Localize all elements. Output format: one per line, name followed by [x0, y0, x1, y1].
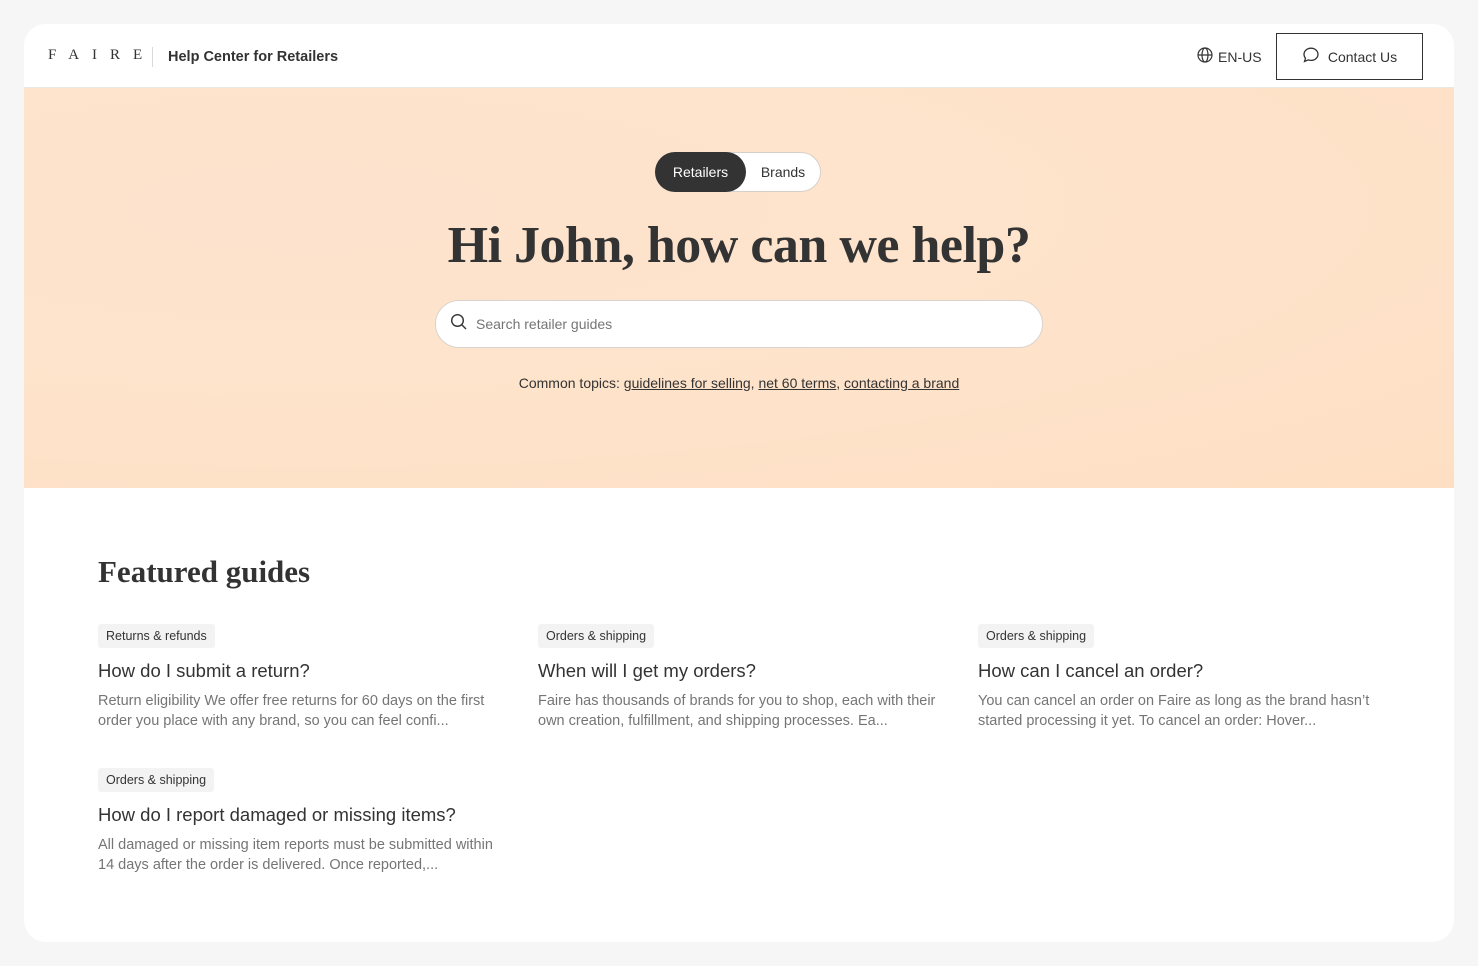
header-divider — [152, 47, 153, 67]
topic-link-guidelines[interactable]: guidelines for selling — [624, 375, 751, 391]
search-icon — [450, 313, 468, 336]
guide-excerpt: Return eligibility We offer free returns… — [98, 693, 485, 729]
globe-icon — [1197, 47, 1213, 66]
guide-title-link[interactable]: How do I report damaged or missing items… — [98, 804, 508, 826]
guide-category-tag[interactable]: Orders & shipping — [538, 624, 655, 648]
common-topics: Common topics: guidelines for selling, n… — [24, 375, 1454, 391]
chat-bubble-icon — [1302, 46, 1320, 67]
audience-toggle: Retailers Brands — [655, 152, 821, 192]
app-window: FAIRE Help Center for Retailers EN-US Co… — [24, 24, 1454, 942]
guide-category-tag[interactable]: Returns & refunds — [98, 624, 215, 648]
guide-card[interactable]: Orders & shipping How can I cancel an or… — [978, 624, 1388, 731]
guide-excerpt: All damaged or missing item reports must… — [98, 837, 493, 873]
guide-title-link[interactable]: How can I cancel an order? — [978, 660, 1388, 682]
help-center-title[interactable]: Help Center for Retailers — [168, 49, 338, 65]
faire-logo[interactable]: FAIRE — [48, 47, 155, 64]
topic-link-net60[interactable]: net 60 terms — [758, 375, 836, 391]
topics-separator: , — [836, 375, 845, 391]
guide-title-link[interactable]: How do I submit a return? — [98, 660, 508, 682]
search-bar[interactable] — [435, 300, 1043, 348]
guide-excerpt: Faire has thousands of brands for you to… — [538, 693, 936, 729]
search-input[interactable] — [476, 316, 1016, 332]
hero-section: Retailers Brands Hi John, how can we hel… — [24, 88, 1454, 488]
guide-category-tag[interactable]: Orders & shipping — [978, 624, 1095, 648]
guide-card[interactable]: Returns & refunds How do I submit a retu… — [98, 624, 508, 731]
toggle-retailers[interactable]: Retailers — [655, 152, 746, 192]
guide-card[interactable]: Orders & shipping When will I get my ord… — [538, 624, 948, 731]
language-label: EN-US — [1218, 48, 1262, 65]
contact-us-label: Contact Us — [1327, 48, 1398, 65]
guide-title-link[interactable]: When will I get my orders? — [538, 660, 948, 682]
contact-us-button[interactable]: Contact Us — [1276, 33, 1423, 80]
topic-link-contacting-brand[interactable]: contacting a brand — [844, 375, 959, 391]
page-title: Hi John, how can we help? — [447, 217, 1031, 274]
topics-prefix: Common topics: — [518, 375, 624, 391]
toggle-brands[interactable]: Brands — [746, 152, 820, 192]
guide-card[interactable]: Orders & shipping How do I report damage… — [98, 768, 508, 875]
guide-category-tag[interactable]: Orders & shipping — [98, 768, 215, 792]
header: FAIRE Help Center for Retailers EN-US Co… — [24, 24, 1454, 88]
guide-excerpt: You can cancel an order on Faire as long… — [978, 693, 1370, 729]
language-selector[interactable]: EN-US — [1197, 47, 1262, 66]
featured-guides-heading: Featured guides — [98, 554, 311, 589]
